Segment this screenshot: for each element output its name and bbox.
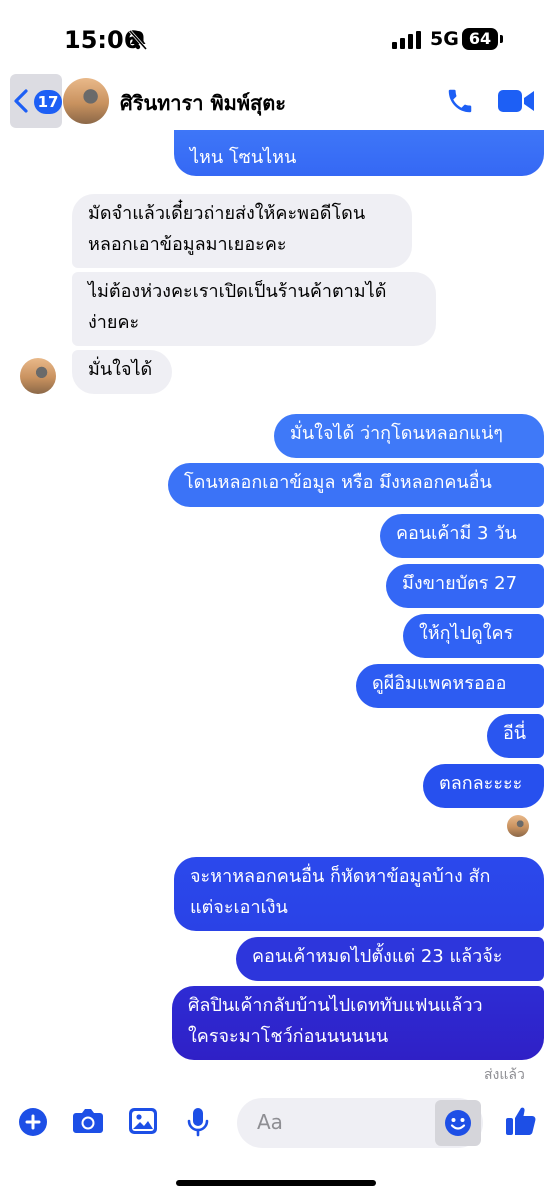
message-line: แต่จะเอาเงิน [190,897,288,918]
message-line: โดนหลอกเอาข้อมูล หรือ มึงหลอกคนอื่น [184,472,492,493]
message-line: มึงขายบัตร 27 [402,573,518,594]
message-line: คอนเค้าหมดไปตั้งแต่ 23 แล้วจ้ะ [252,946,503,967]
message-line: ดูผีอิมแพคหรอออ [372,673,507,694]
smiley-icon [445,1110,471,1136]
microphone-icon[interactable] [186,1107,210,1141]
seen-avatar [507,815,529,837]
message-line: อีนี่ [503,723,527,744]
message-outgoing[interactable]: มึงขายบัตร 27 [386,564,544,608]
signal-icon [392,31,422,53]
status-bar: 15:06 5G 64 [0,0,553,76]
home-indicator [176,1180,376,1186]
message-outgoing[interactable]: จะหาหลอกคนอื่น ก็หัดหาข้อมูลบ้าง สัก แต่… [174,857,544,931]
message-line: ไม่ต้องห่วงคะเราเปิดเป็นร้านค้าตามได้ [88,281,387,302]
message-outgoing[interactable]: มั่นใจได้ ว่ากุโดนหลอกแน่ๆ [274,414,544,458]
sender-avatar [20,358,56,394]
message-outgoing[interactable]: อีนี่ [487,714,544,758]
emoji-button[interactable] [435,1100,481,1146]
message-outgoing[interactable]: ไหน โซนไหน [174,124,544,176]
phone-call-icon[interactable] [445,86,475,120]
message-input-placeholder: Aa [257,1110,283,1134]
sent-status: ส่งแล้ว [484,1067,525,1083]
message-line: มั่นใจได้ ว่ากุโดนหลอกแน่ๆ [290,423,503,444]
message-line: หลอกเอาข้อมูลมาเยอะคะ [88,234,287,255]
plus-icon[interactable] [18,1107,48,1141]
message-outgoing[interactable]: โดนหลอกเอาข้อมูล หรือ มึงหลอกคนอื่น [168,463,544,507]
message-outgoing[interactable]: ให้กุไปดูใคร [403,614,544,658]
image-icon[interactable] [128,1107,158,1139]
message-line: ไหน โซนไหน [190,147,297,168]
back-button[interactable]: 17 [10,74,62,128]
chat-header: 17 ศิรินทารา พิมพ์สุตะ [0,72,553,130]
message-incoming[interactable]: มั่นใจได้ [72,350,172,394]
message-outgoing[interactable]: คอนเค้ามี 3 วัน [380,514,544,558]
message-line: จะหาหลอกคนอื่น ก็หัดหาข้อมูลบ้าง สัก [190,866,491,887]
message-outgoing[interactable]: ดูผีอิมแพคหรอออ [356,664,544,708]
message-outgoing[interactable]: คอนเค้าหมดไปตั้งแต่ 23 แล้วจ้ะ [236,937,544,981]
contact-avatar[interactable] [63,78,109,124]
message-outgoing[interactable]: ตลกละะะะ [423,764,544,808]
message-line: มัดจำแล้วเดี๋ยวถ่ายส่งให้คะพอดีโดน [88,203,366,224]
message-incoming[interactable]: มัดจำแล้วเดี๋ยวถ่ายส่งให้คะพอดีโดน หลอกเ… [72,194,412,268]
camera-icon[interactable] [72,1107,104,1139]
message-line: ตลกละะะะ [439,773,523,794]
battery-indicator: 64 [462,28,503,50]
message-outgoing[interactable]: ศิลปินเค้ากลับบ้านไปเดททับแฟนแล้วว ใครจะ… [172,986,544,1060]
contact-name[interactable]: ศิรินทารา พิมพ์สุตะ [120,87,286,119]
message-line: ศิลปินเค้ากลับบ้านไปเดททับแฟนแล้วว [188,995,483,1016]
message-line: ง่ายคะ [88,312,140,333]
video-call-icon[interactable] [498,88,534,118]
message-incoming[interactable]: ไม่ต้องห่วงคะเราเปิดเป็นร้านค้าตามได้ ง่… [72,272,436,346]
message-line: มั่นใจได้ [88,359,153,380]
message-line: ให้กุไปดูใคร [419,623,514,644]
unread-count-badge: 17 [34,90,62,114]
network-type: 5G [430,28,459,50]
thumbs-up-icon[interactable] [505,1105,537,1141]
message-line: คอนเค้ามี 3 วัน [396,523,517,544]
message-line: ใครจะมาโชว์ก่อนนนนนน [188,1026,389,1047]
message-composer: Aa [0,1085,553,1165]
bell-muted-icon [128,29,148,55]
chevron-left-icon [14,89,28,113]
message-input[interactable]: Aa [237,1098,483,1148]
